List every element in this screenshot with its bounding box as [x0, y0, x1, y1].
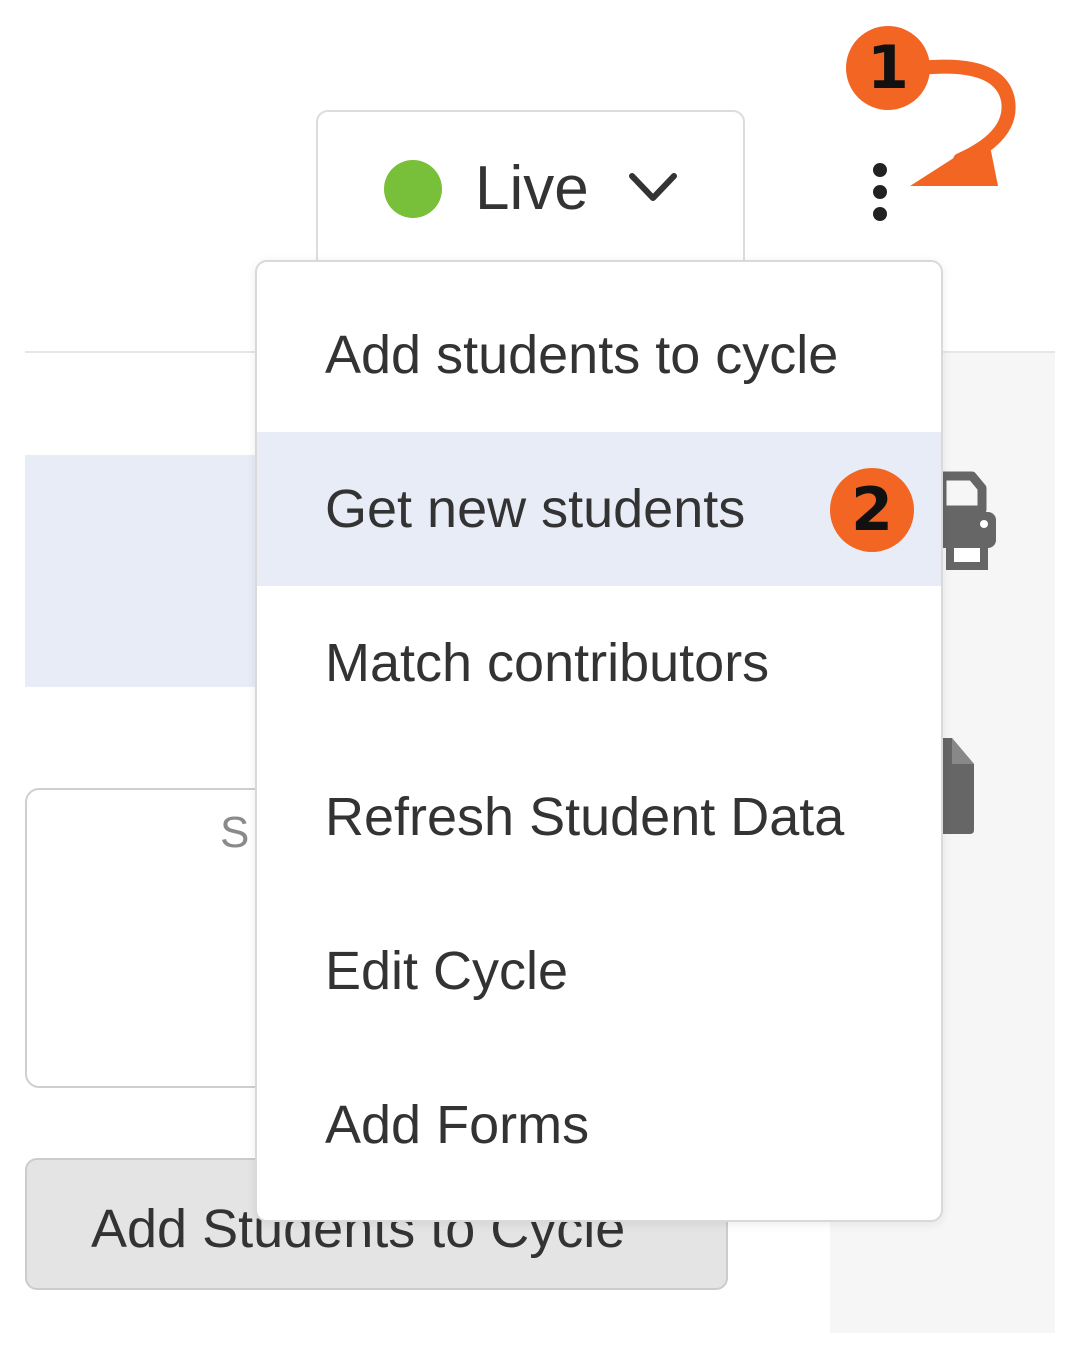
search-placeholder: S	[220, 808, 250, 857]
menu-item-match-contributors[interactable]: Match contributors	[257, 586, 941, 740]
selected-row-background	[25, 455, 265, 687]
context-menu: Add students to cycle Get new students M…	[255, 260, 943, 1222]
menu-item-add-forms[interactable]: Add Forms	[257, 1048, 941, 1202]
status-label: Live	[475, 154, 589, 223]
step-1-badge: 1	[846, 26, 930, 110]
step-2-badge: 2	[830, 468, 914, 552]
menu-item-edit-cycle[interactable]: Edit Cycle	[257, 894, 941, 1048]
menu-item-refresh-student-data[interactable]: Refresh Student Data	[257, 740, 941, 894]
status-indicator-dot	[384, 160, 442, 218]
menu-item-add-students-to-cycle[interactable]: Add students to cycle	[257, 278, 941, 432]
chevron-down-icon	[629, 173, 677, 201]
